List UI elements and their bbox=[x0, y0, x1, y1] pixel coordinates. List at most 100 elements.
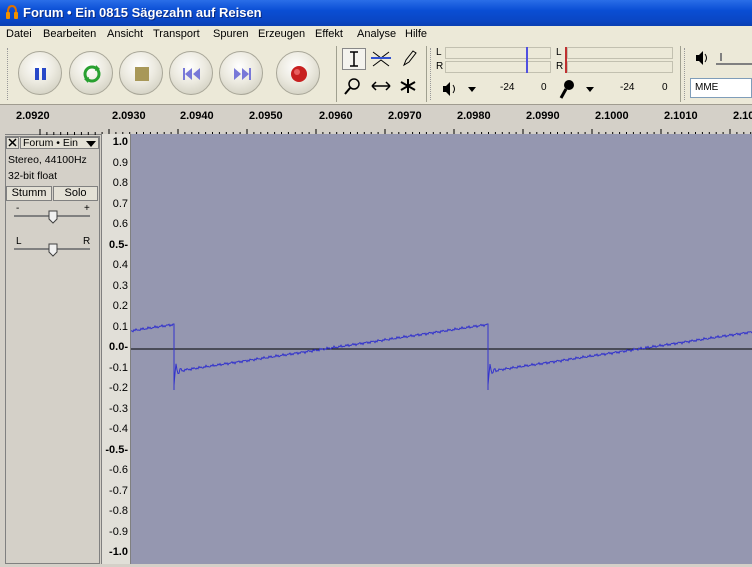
vertical-ruler-label: -1.0 bbox=[109, 546, 128, 558]
menu-datei[interactable]: Datei bbox=[6, 28, 32, 40]
track-bitdepth: 32-bit float bbox=[8, 170, 58, 182]
ruler-label: 2.0960 bbox=[319, 110, 353, 122]
gain-minus-label: - bbox=[16, 203, 20, 214]
rec-meter-left-label: L bbox=[556, 47, 562, 58]
play-meter-peak bbox=[526, 47, 528, 73]
waveform-display[interactable] bbox=[130, 134, 752, 564]
vertical-ruler-label: -0.8 bbox=[109, 505, 128, 517]
draw-tool[interactable] bbox=[397, 48, 421, 70]
toolbar-grip[interactable] bbox=[430, 48, 434, 100]
multi-tool[interactable] bbox=[397, 76, 421, 98]
speaker-icon bbox=[443, 82, 476, 96]
rec-meter-menu[interactable] bbox=[556, 78, 600, 103]
asterisk-icon bbox=[400, 79, 416, 93]
rec-meter-db-0: 0 bbox=[662, 82, 668, 93]
play-meter-right bbox=[445, 61, 551, 73]
toolbar-separator bbox=[336, 46, 337, 102]
vertical-ruler-label: 1.0 bbox=[112, 136, 128, 148]
ruler-label: 2.0940 bbox=[180, 110, 214, 122]
track-menu-button[interactable]: Forum • Ein bbox=[20, 137, 99, 149]
ruler-label: 2.0990 bbox=[526, 110, 560, 122]
ruler-ticks bbox=[0, 126, 752, 135]
gain-slider-thumb[interactable] bbox=[48, 210, 58, 227]
toolbar-grip[interactable] bbox=[684, 48, 688, 100]
vertical-ruler-label: 0.4 bbox=[112, 259, 128, 271]
vertical-ruler-label: -0.6 bbox=[109, 464, 128, 476]
toolbar-separator bbox=[426, 46, 427, 102]
pan-slider-thumb[interactable] bbox=[48, 243, 58, 260]
vertical-ruler-label: -0.1 bbox=[109, 361, 128, 374]
rec-meter-left bbox=[567, 47, 673, 59]
skip-end-icon bbox=[234, 68, 251, 80]
track-close-button[interactable] bbox=[6, 137, 19, 149]
envelope-icon bbox=[371, 51, 391, 67]
vertical-ruler-labels: 1.0 0.9 0.8 0.7 0.6 0.5- 0.4 0.3 0.2 0.1 0.0- -0.1 -… bbox=[101, 134, 131, 564]
play-meter-menu[interactable] bbox=[440, 80, 480, 101]
skip-end-button[interactable] bbox=[219, 51, 263, 95]
rec-meter-right-label: R bbox=[556, 61, 564, 72]
loop-play-button[interactable] bbox=[69, 51, 113, 95]
stop-button[interactable] bbox=[119, 51, 163, 95]
mute-button[interactable]: Stumm bbox=[6, 186, 52, 201]
vertical-ruler-label: 0.6 bbox=[112, 218, 128, 230]
play-meter-db-24: -24 bbox=[500, 82, 515, 93]
vertical-ruler-label: -0.3 bbox=[109, 402, 128, 415]
ruler-label: 2.0980 bbox=[457, 110, 491, 122]
menu-ansicht[interactable]: Ansicht bbox=[107, 28, 143, 40]
gain-plus-label: + bbox=[84, 203, 90, 214]
ruler-label: 2.10 bbox=[733, 110, 752, 122]
skip-start-button[interactable] bbox=[169, 51, 213, 95]
vertical-ruler-label: 0.0- bbox=[109, 341, 128, 353]
menu-spuren[interactable]: Spuren bbox=[213, 28, 248, 40]
selection-tool[interactable] bbox=[342, 48, 366, 70]
menu-effekt[interactable]: Effekt bbox=[315, 28, 343, 40]
menu-analyse[interactable]: Analyse bbox=[357, 28, 396, 40]
stop-icon bbox=[135, 67, 149, 81]
track-format: Stereo, 44100Hz bbox=[8, 154, 87, 166]
envelope-tool[interactable] bbox=[369, 48, 393, 70]
toolbar-grip[interactable] bbox=[7, 48, 12, 100]
play-meter-right-label: R bbox=[436, 61, 444, 72]
vertical-ruler-label: 0.8 bbox=[112, 177, 128, 189]
menu-transport[interactable]: Transport bbox=[153, 28, 200, 40]
pan-right-label: R bbox=[83, 236, 91, 247]
output-volume-icon bbox=[694, 50, 710, 69]
double-arrow-icon bbox=[371, 81, 391, 91]
vertical-ruler-label: -0.7 bbox=[109, 484, 128, 497]
app-icon bbox=[5, 4, 19, 20]
vertical-ruler-label: 0.3 bbox=[112, 279, 128, 292]
window-title: Forum • Ein 0815 Sägezahn auf Reisen bbox=[23, 5, 262, 20]
dropdown-arrow-icon bbox=[86, 141, 96, 147]
vertical-ruler-label: 0.1 bbox=[112, 320, 128, 333]
vertical-ruler-label: 0.7 bbox=[112, 197, 128, 210]
close-icon bbox=[8, 138, 17, 147]
pencil-icon bbox=[402, 50, 417, 67]
timeshift-tool[interactable] bbox=[369, 76, 393, 98]
play-meter-left-label: L bbox=[436, 47, 442, 58]
play-meter-db-0: 0 bbox=[541, 82, 547, 93]
vertical-ruler-label: -0.9 bbox=[109, 525, 128, 538]
menu-hilfe[interactable]: Hilfe bbox=[405, 28, 427, 40]
vertical-ruler-label: 0.2 bbox=[112, 300, 128, 312]
rec-meter-db-24: -24 bbox=[620, 82, 635, 93]
output-volume-slider-handle[interactable] bbox=[720, 53, 722, 61]
microphone-icon bbox=[559, 80, 594, 99]
record-icon bbox=[291, 66, 307, 82]
output-volume-slider[interactable] bbox=[716, 63, 752, 65]
zoom-tool[interactable] bbox=[342, 76, 366, 98]
ibeam-icon bbox=[350, 51, 358, 67]
pause-button[interactable] bbox=[18, 51, 62, 95]
loop-icon bbox=[83, 65, 101, 83]
menu-bearbeiten[interactable]: Bearbeiten bbox=[43, 28, 96, 40]
vertical-ruler-label: -0.2 bbox=[109, 382, 128, 394]
solo-button[interactable]: Solo bbox=[53, 186, 98, 201]
ruler-label: 2.0930 bbox=[112, 110, 146, 122]
audio-host-select[interactable]: MME bbox=[690, 78, 752, 98]
ruler-label: 2.1010 bbox=[664, 110, 698, 122]
vertical-ruler-label: 0.9 bbox=[112, 156, 128, 169]
play-meter-left bbox=[445, 47, 551, 59]
record-button[interactable] bbox=[276, 51, 320, 95]
waveform-path bbox=[130, 323, 752, 390]
rec-meter-right bbox=[567, 61, 673, 73]
menu-erzeugen[interactable]: Erzeugen bbox=[258, 28, 305, 40]
